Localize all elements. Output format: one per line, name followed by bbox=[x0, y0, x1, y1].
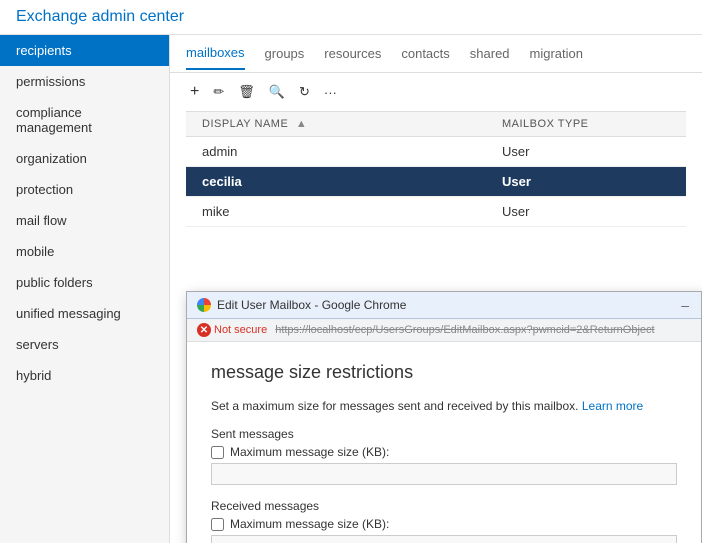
not-secure-label: Not secure bbox=[214, 324, 267, 336]
url-text: https://localhost/ecp/UsersGroups/EditMa… bbox=[275, 324, 654, 336]
sidebar-item-recipients[interactable]: recipients bbox=[0, 35, 169, 66]
main-layout: recipientspermissionscompliance manageme… bbox=[0, 35, 702, 543]
popup-url-bar: ✕ Not secure https://localhost/ecp/Users… bbox=[187, 319, 701, 342]
popup-window: Edit User Mailbox - Google Chrome – ✕ No… bbox=[186, 291, 702, 543]
tab-groups[interactable]: groups bbox=[265, 38, 305, 69]
sent-checkbox-row: Maximum message size (KB): bbox=[211, 445, 677, 459]
app-title: Exchange admin center bbox=[16, 8, 184, 25]
sidebar-item-mobile[interactable]: mobile bbox=[0, 236, 169, 267]
received-checkbox-label: Maximum message size (KB): bbox=[230, 517, 389, 531]
sent-message-size-input[interactable] bbox=[211, 463, 677, 485]
popup-section-title: message size restrictions bbox=[211, 362, 677, 383]
error-icon: ✕ bbox=[197, 323, 211, 337]
sidebar-item-permissions[interactable]: permissions bbox=[0, 66, 169, 97]
col-mailbox-type-label: MAILBOX TYPE bbox=[502, 118, 589, 130]
mailbox-table: DISPLAY NAME ▲ MAILBOX TYPE admin User bbox=[186, 111, 686, 227]
toolbar: + ✏ 🗑 🔍 ↻ ··· bbox=[170, 73, 702, 111]
cell-display-name: mike bbox=[186, 197, 486, 227]
sent-checkbox[interactable] bbox=[211, 446, 224, 459]
cell-mailbox-type: User bbox=[486, 197, 686, 227]
received-messages-group: Received messages Maximum message size (… bbox=[211, 499, 677, 543]
sidebar-item-unified-messaging[interactable]: unified messaging bbox=[0, 298, 169, 329]
edit-button[interactable]: ✏ bbox=[209, 82, 228, 102]
sidebar-item-mail-flow[interactable]: mail flow bbox=[0, 205, 169, 236]
sidebar: recipientspermissionscompliance manageme… bbox=[0, 35, 170, 543]
col-display-name-label: DISPLAY NAME bbox=[202, 118, 288, 130]
sidebar-item-compliance-management[interactable]: compliance management bbox=[0, 97, 169, 143]
sidebar-item-servers[interactable]: servers bbox=[0, 329, 169, 360]
tab-resources[interactable]: resources bbox=[324, 38, 381, 69]
table-row[interactable]: cecilia User bbox=[186, 167, 686, 197]
popup-titlebar: Edit User Mailbox - Google Chrome – bbox=[187, 292, 701, 319]
sidebar-item-organization[interactable]: organization bbox=[0, 143, 169, 174]
tab-contacts[interactable]: contacts bbox=[401, 38, 449, 69]
tab-bar: mailboxes groups resources contacts shared mi… bbox=[170, 35, 702, 73]
sent-messages-label: Sent messages bbox=[211, 427, 677, 441]
table-row[interactable]: mike User bbox=[186, 197, 686, 227]
app-header: Exchange admin center bbox=[0, 0, 702, 35]
col-mailbox-type[interactable]: MAILBOX TYPE bbox=[486, 112, 686, 137]
sent-messages-group: Sent messages Maximum message size (KB): bbox=[211, 427, 677, 485]
table-row[interactable]: admin User bbox=[186, 137, 686, 167]
search-button[interactable]: 🔍 bbox=[265, 82, 289, 102]
popup-title-left: Edit User Mailbox - Google Chrome bbox=[197, 298, 406, 312]
cell-mailbox-type: User bbox=[486, 167, 686, 197]
main-content-area: DISPLAY NAME ▲ MAILBOX TYPE admin User bbox=[170, 111, 702, 543]
popup-content: message size restrictions Set a maximum … bbox=[187, 342, 701, 543]
tab-shared[interactable]: shared bbox=[470, 38, 510, 69]
popup-title: Edit User Mailbox - Google Chrome bbox=[217, 298, 406, 312]
popup-description: Set a maximum size for messages sent and… bbox=[211, 399, 677, 413]
sort-arrow: ▲ bbox=[296, 118, 307, 130]
sidebar-item-hybrid[interactable]: hybrid bbox=[0, 360, 169, 391]
chrome-icon bbox=[197, 298, 211, 312]
cell-display-name: cecilia bbox=[186, 167, 486, 197]
add-button[interactable]: + bbox=[186, 81, 203, 103]
cell-display-name: admin bbox=[186, 137, 486, 167]
sidebar-item-protection[interactable]: protection bbox=[0, 174, 169, 205]
tab-migration[interactable]: migration bbox=[530, 38, 583, 69]
sent-checkbox-label: Maximum message size (KB): bbox=[230, 445, 389, 459]
popup-description-text: Set a maximum size for messages sent and… bbox=[211, 399, 579, 413]
more-button[interactable]: ··· bbox=[320, 83, 341, 102]
refresh-button[interactable]: ↻ bbox=[295, 82, 314, 102]
table-container: DISPLAY NAME ▲ MAILBOX TYPE admin User bbox=[170, 111, 702, 227]
learn-more-link[interactable]: Learn more bbox=[582, 399, 643, 413]
delete-button[interactable]: 🗑 bbox=[234, 82, 259, 102]
received-checkbox-row: Maximum message size (KB): bbox=[211, 517, 677, 531]
sidebar-item-public-folders[interactable]: public folders bbox=[0, 267, 169, 298]
received-checkbox[interactable] bbox=[211, 518, 224, 531]
received-message-size-input[interactable] bbox=[211, 535, 677, 543]
not-secure-badge: ✕ Not secure bbox=[197, 323, 267, 337]
received-messages-label: Received messages bbox=[211, 499, 677, 513]
popup-close-button[interactable]: – bbox=[679, 297, 691, 313]
main-panel: mailboxes groups resources contacts shared mi… bbox=[170, 35, 702, 543]
cell-mailbox-type: User bbox=[486, 137, 686, 167]
tab-mailboxes[interactable]: mailboxes bbox=[186, 37, 245, 70]
col-display-name[interactable]: DISPLAY NAME ▲ bbox=[186, 112, 486, 137]
